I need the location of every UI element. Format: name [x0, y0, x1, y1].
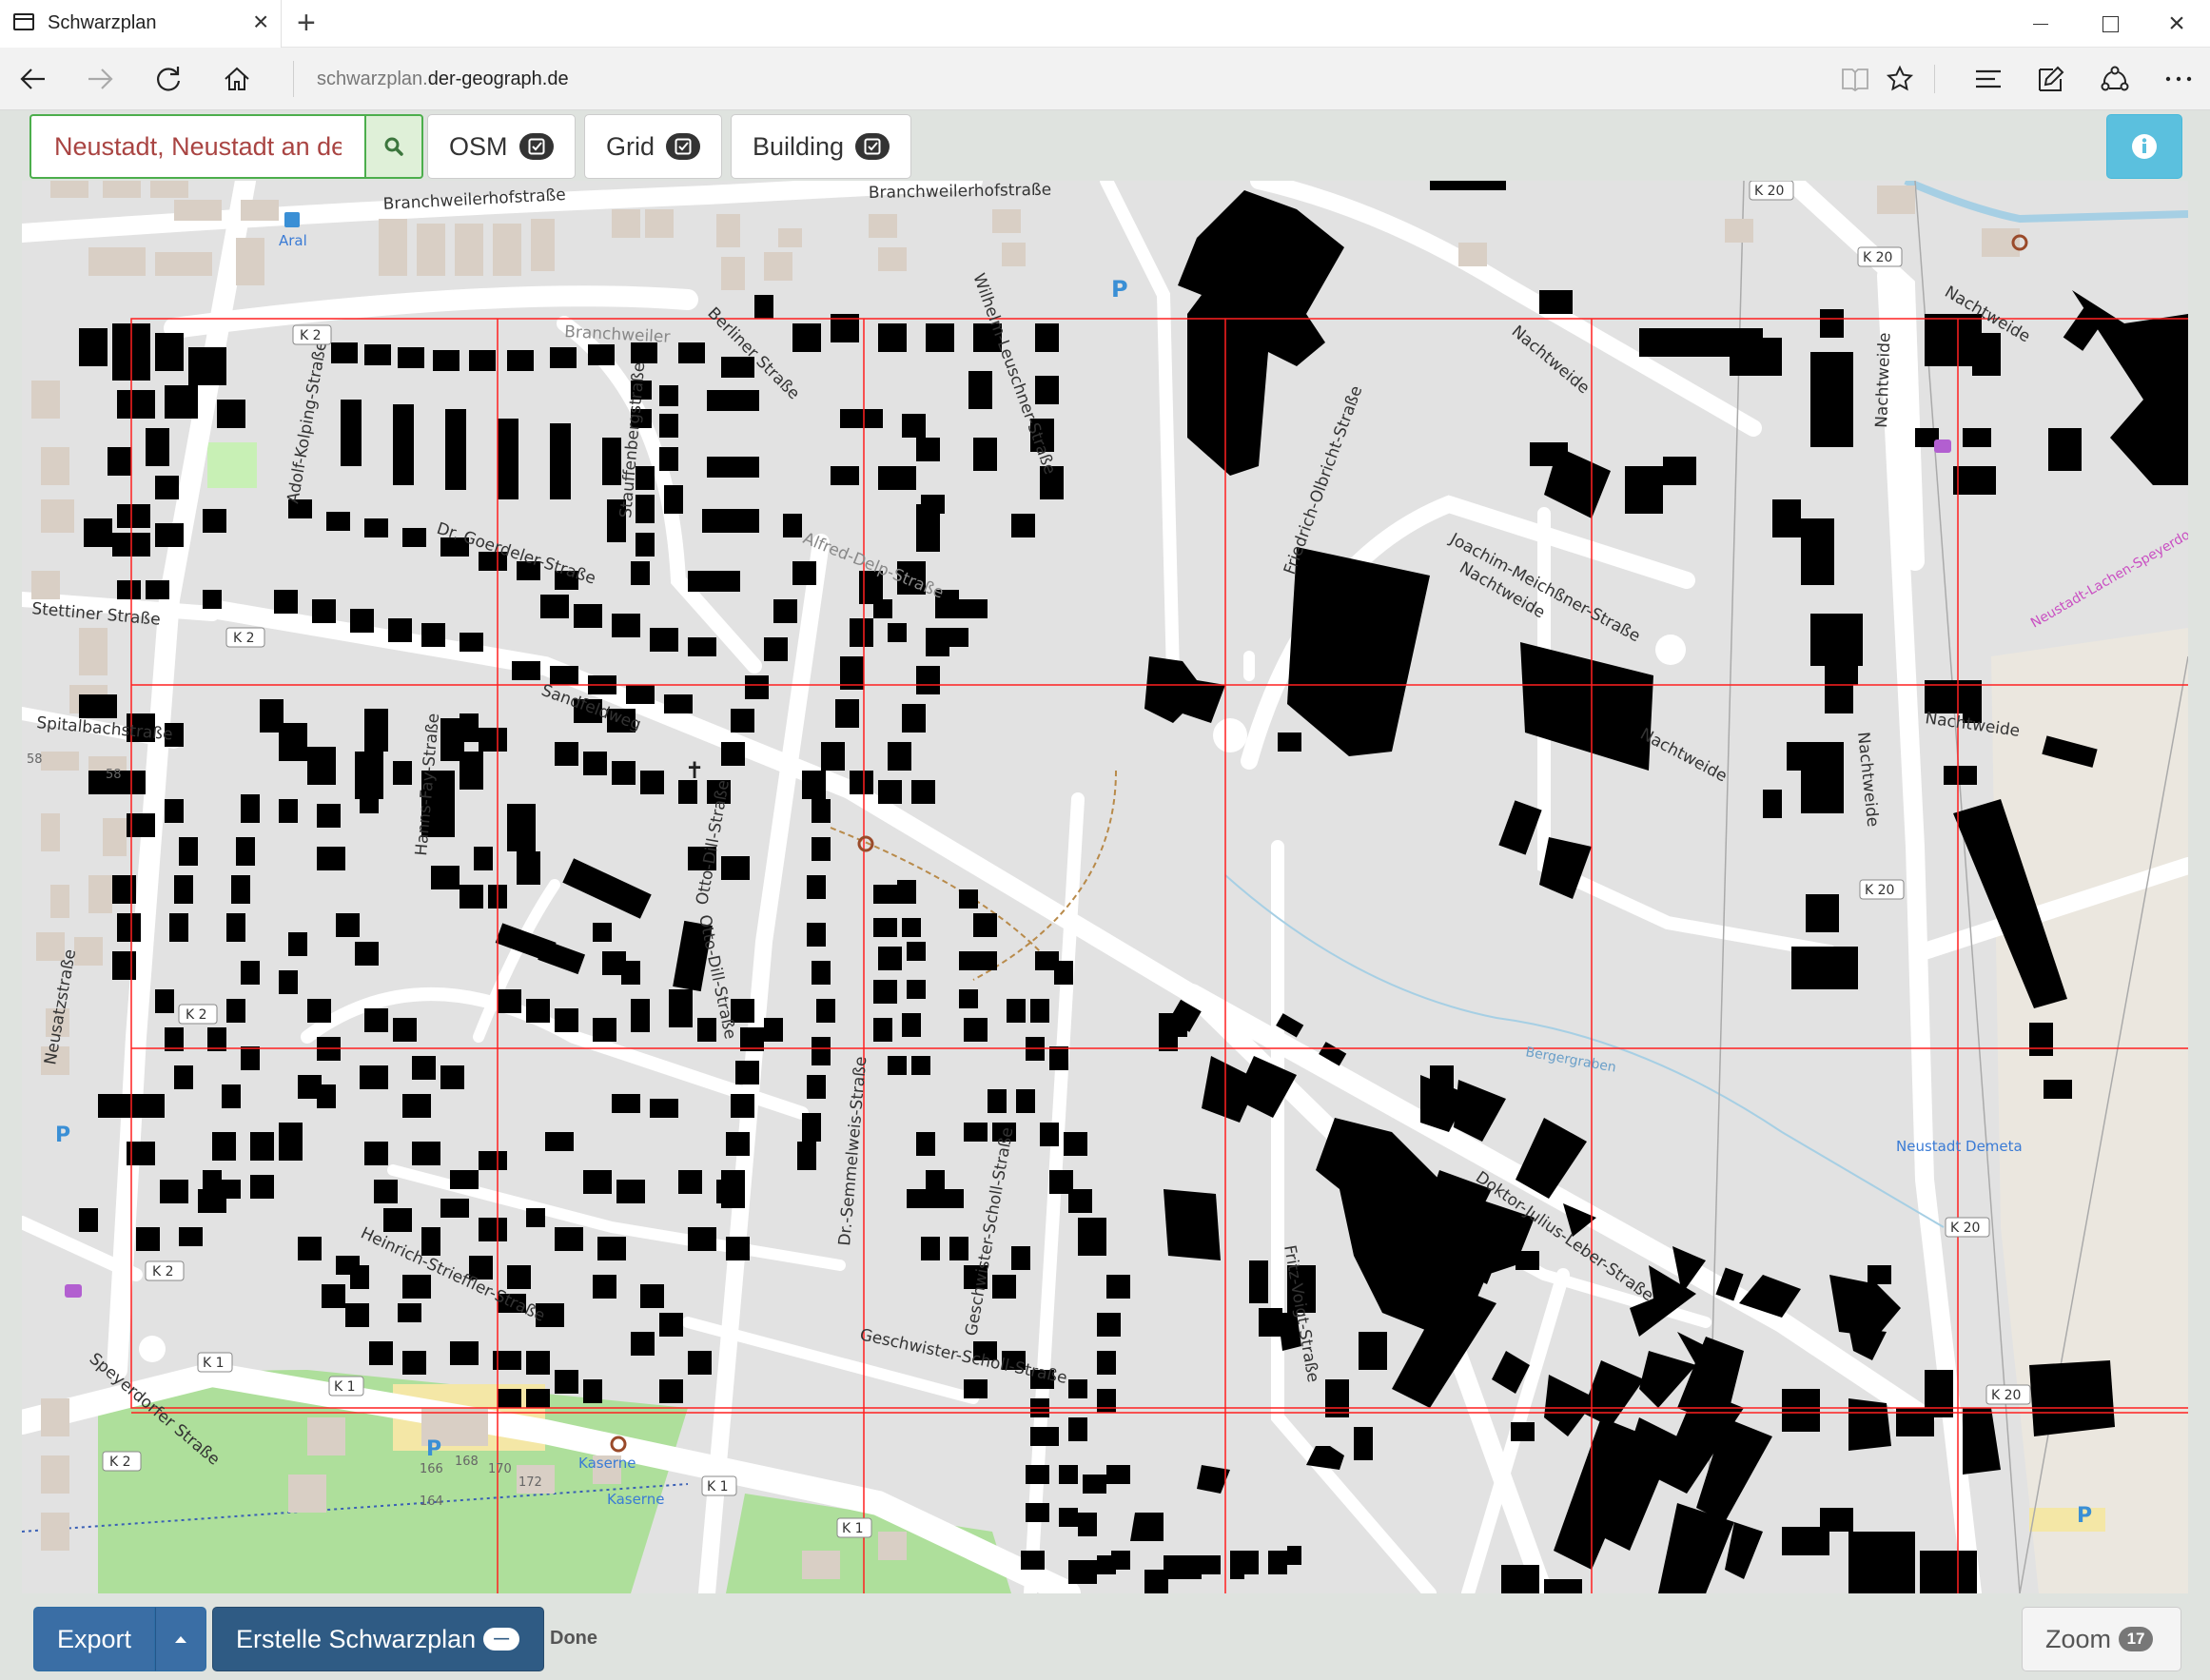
parking-icon: P	[2077, 1504, 2092, 1528]
road-ref: K 20	[1950, 1221, 1980, 1236]
map-svg: Branchweilerhofstraße Branchweilerhofstr…	[22, 181, 2188, 1593]
road-ref: K 20	[1754, 184, 1784, 199]
new-tab-icon[interactable]: +	[297, 4, 316, 42]
more-icon[interactable]	[2153, 55, 2204, 103]
checkbox-checked-icon	[666, 133, 701, 160]
house-number: 172	[518, 1475, 542, 1490]
toggle-grid-layer[interactable]: Grid	[584, 114, 723, 179]
house-number: 58	[27, 752, 43, 767]
checkbox-checked-icon	[855, 133, 890, 160]
map-canvas[interactable]: Branchweilerhofstraße Branchweilerhofstr…	[22, 181, 2188, 1593]
street-label: Nachtweide	[1872, 332, 1894, 428]
info-circle-icon	[2132, 134, 2157, 159]
road-ref: K 20	[1865, 883, 1894, 898]
url-prefix: schwarzplan.	[317, 68, 428, 89]
road-ref: K 2	[186, 1007, 207, 1023]
toggle-building-layer[interactable]: Building	[731, 114, 912, 179]
house-number: 170	[488, 1462, 512, 1476]
house-number: 166	[420, 1462, 443, 1476]
info-button[interactable]	[2106, 114, 2182, 179]
search-icon	[384, 137, 403, 156]
toolbar-separator	[1934, 65, 1935, 93]
share-icon[interactable]	[2089, 55, 2141, 103]
location-search-input[interactable]	[29, 114, 364, 179]
poi-label: Kaserne	[578, 1455, 636, 1472]
poi-label: Kaserne	[607, 1491, 664, 1508]
parking-area	[2029, 1508, 2105, 1532]
car-icon	[65, 1284, 82, 1298]
house-number: 58	[106, 768, 122, 782]
green-patch	[207, 442, 257, 488]
dash-badge-icon: —	[483, 1628, 520, 1651]
tab-close-icon[interactable]: ×	[253, 8, 268, 36]
app-toolbar: OSM Grid Building	[0, 110, 2210, 181]
road-ref: K 2	[152, 1264, 174, 1280]
favorite-star-icon[interactable]	[1874, 55, 1926, 103]
generate-label: Erstelle Schwarzplan	[236, 1624, 477, 1653]
road-ref: K 20	[1991, 1388, 2021, 1403]
caret-up-icon	[175, 1636, 186, 1643]
window-maximize-icon[interactable]	[2077, 0, 2143, 48]
export-dropdown-toggle[interactable]	[155, 1607, 206, 1671]
parking-icon: P	[1111, 276, 1128, 303]
window-minimize-icon[interactable]	[2007, 0, 2074, 48]
zoom-button[interactable]: Zoom 17	[2022, 1607, 2181, 1671]
road-ref: K 1	[334, 1379, 356, 1395]
turning-circle	[1213, 718, 1247, 752]
home-icon[interactable]	[211, 55, 263, 103]
export-button-group: Export	[33, 1607, 206, 1671]
road-ref: K 1	[707, 1479, 729, 1494]
road-ref: K 2	[233, 631, 255, 646]
location-search	[29, 114, 423, 179]
turning-circle	[139, 1336, 166, 1362]
car-icon	[1934, 440, 1951, 453]
search-button[interactable]	[364, 114, 423, 179]
tab-title: Schwarzplan	[48, 12, 157, 33]
grid-layer-label: Grid	[606, 131, 655, 161]
turning-circle	[1655, 635, 1686, 665]
window-close-icon[interactable]: ×	[2143, 0, 2210, 48]
refresh-icon[interactable]	[143, 55, 194, 103]
road-ref: K 1	[842, 1521, 864, 1536]
poi-label: Aral	[279, 232, 307, 249]
url-host: der-geograph.de	[427, 68, 569, 89]
house-number: 164	[420, 1494, 443, 1509]
generate-schwarzplan-button[interactable]: Erstelle Schwarzplan —	[212, 1607, 544, 1671]
road-ref: K 2	[109, 1455, 131, 1470]
parking-icon: P	[426, 1437, 441, 1461]
bottom-bar: Export Erstelle Schwarzplan — Done Zoom …	[0, 1593, 2210, 1680]
toggle-osm-layer[interactable]: OSM	[427, 114, 576, 179]
checkbox-checked-icon	[518, 133, 554, 160]
zoom-label: Zoom	[2045, 1624, 2112, 1653]
browser-navbar: schwarzplan.der-geograph.de	[0, 48, 2210, 110]
address-bar[interactable]: schwarzplan.der-geograph.de	[293, 61, 1815, 97]
church-icon: ✝	[685, 757, 704, 784]
export-button[interactable]: Export	[33, 1607, 155, 1671]
web-note-icon[interactable]	[2025, 55, 2077, 103]
building-layer-label: Building	[753, 131, 845, 161]
road-ref: K 2	[300, 328, 322, 343]
osm-layer-label: OSM	[449, 131, 508, 161]
tab-page-icon	[13, 13, 34, 30]
fuel-station-icon	[284, 212, 300, 227]
browser-titlebar: Schwarzplan × + ×	[0, 0, 2210, 48]
house-number: 168	[455, 1455, 479, 1469]
back-icon[interactable]	[8, 55, 59, 103]
reading-view-icon[interactable]	[1829, 55, 1881, 103]
hub-icon[interactable]	[1963, 55, 2014, 103]
zoom-level-badge: 17	[2119, 1627, 2154, 1651]
forward-icon[interactable]	[74, 55, 126, 103]
poi-label: Neustadt Demeta	[1896, 1138, 2023, 1155]
browser-tab[interactable]: Schwarzplan ×	[0, 0, 282, 48]
parking-icon: P	[55, 1123, 70, 1147]
status-text: Done	[550, 1628, 597, 1649]
road-ref: K 1	[203, 1356, 225, 1371]
road-ref: K 20	[1863, 250, 1892, 265]
street-label: Branchweilerhofstraße	[869, 181, 1052, 203]
